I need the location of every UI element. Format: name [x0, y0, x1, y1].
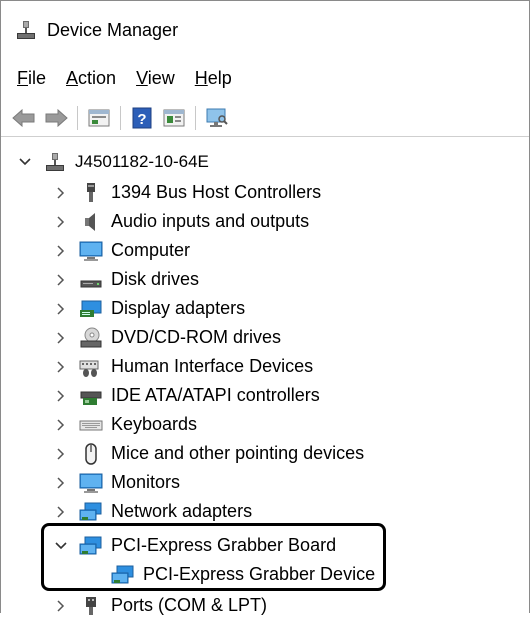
tree-item-computer[interactable]: Computer	[53, 236, 190, 265]
tree-item-pci-grabber-board[interactable]: PCI-Express Grabber Board	[53, 531, 336, 560]
tree-item-label: Ports (COM & LPT)	[111, 595, 268, 615]
show-hidden-button[interactable]	[161, 105, 187, 131]
tree-item-label: Monitors	[111, 472, 181, 492]
menu-file[interactable]: File	[17, 68, 46, 89]
tree-item-label: PCI-Express Grabber Device	[143, 564, 376, 584]
tree-root[interactable]: J4501182-10-64E	[17, 147, 209, 176]
tree-item-ports[interactable]: Ports (COM & LPT)	[53, 591, 267, 620]
properties-button[interactable]	[86, 105, 112, 131]
tree-item-label: Keyboards	[111, 414, 198, 434]
tree-item-display-adapters[interactable]: Display adapters	[53, 294, 245, 323]
svg-text:?: ?	[137, 111, 146, 128]
chevron-right-icon[interactable]	[53, 504, 69, 520]
monitor-scan-icon	[206, 108, 228, 127]
device-manager-icon	[17, 21, 35, 39]
hid-keyboard-mouse-icon	[79, 356, 103, 378]
tree-item-label: DVD/CD-ROM drives	[111, 327, 282, 347]
back-button[interactable]	[11, 105, 37, 131]
chevron-right-icon[interactable]	[53, 417, 69, 433]
tree-item-network-adapters[interactable]: Network adapters	[53, 497, 252, 526]
ide-controller-icon	[79, 385, 103, 407]
chevron-right-icon[interactable]	[53, 301, 69, 317]
optical-drive-icon	[79, 327, 103, 349]
tree-item-label: Mice and other pointing devices	[111, 443, 365, 463]
device-manager-window: Device Manager File Action View Help ? J…	[0, 0, 530, 615]
toolbar-separator	[120, 105, 121, 130]
tree-item-keyboards[interactable]: Keyboards	[53, 410, 197, 439]
menu-view[interactable]: View	[136, 68, 175, 89]
properties-icon	[88, 109, 110, 126]
keyboard-icon	[79, 414, 103, 436]
forward-arrow-icon	[45, 108, 68, 127]
menu-help[interactable]: Help	[195, 68, 232, 89]
tree-item-label: Disk drives	[111, 269, 200, 289]
chevron-right-icon[interactable]	[53, 446, 69, 462]
chevron-right-icon[interactable]	[53, 272, 69, 288]
tree-item-pci-grabber-device[interactable]: PCI-Express Grabber Device	[111, 560, 375, 589]
disk-drive-icon	[79, 269, 103, 291]
toolbar-separator	[77, 105, 78, 130]
chevron-down-icon[interactable]	[53, 538, 69, 554]
chevron-right-icon[interactable]	[53, 475, 69, 491]
display-adapter-icon	[79, 298, 103, 320]
computer-network-icon	[43, 151, 67, 173]
device-tree: J4501182-10-64E 1394 Bus Host Controller…	[1, 147, 529, 617]
menu-action[interactable]: Action	[66, 68, 116, 89]
tree-item-label: PCI-Express Grabber Board	[111, 535, 337, 555]
tree-item-label: 1394 Bus Host Controllers	[111, 182, 322, 202]
chevron-down-icon[interactable]	[17, 154, 33, 170]
tree-item-label: Human Interface Devices	[111, 356, 314, 376]
network-adapter-icon	[111, 564, 135, 586]
tree-item-audio[interactable]: Audio inputs and outputs	[53, 207, 309, 236]
tree-item-label: Computer	[111, 240, 191, 260]
chevron-right-icon[interactable]	[53, 243, 69, 259]
chevron-right-icon[interactable]	[53, 359, 69, 375]
help-button[interactable]: ?	[129, 105, 155, 131]
tree-item-disk-drives[interactable]: Disk drives	[53, 265, 199, 294]
window-title: Device Manager	[47, 19, 179, 40]
mouse-icon	[79, 442, 103, 465]
tree-item-ide-ata[interactable]: IDE ATA/ATAPI controllers	[53, 381, 320, 410]
chevron-right-icon[interactable]	[53, 330, 69, 346]
help-icon: ?	[132, 107, 152, 128]
network-adapter-icon	[79, 535, 103, 557]
speaker-icon	[79, 211, 103, 233]
menu-bar: File Action View Help	[1, 61, 529, 95]
forward-button[interactable]	[43, 105, 69, 131]
tree-item-label: Display adapters	[111, 298, 246, 318]
tree-root-label: J4501182-10-64E	[75, 151, 209, 171]
toolbar: ?	[1, 99, 529, 137]
toolbar-separator	[195, 105, 196, 130]
tree-item-label: Network adapters	[111, 501, 253, 521]
network-adapter-icon	[79, 501, 103, 523]
monitor-icon	[79, 240, 103, 262]
chevron-right-icon[interactable]	[53, 388, 69, 404]
chevron-right-icon[interactable]	[53, 598, 69, 614]
title-bar: Device Manager	[1, 1, 529, 59]
tree-item-mice[interactable]: Mice and other pointing devices	[53, 439, 364, 468]
back-arrow-icon	[12, 108, 35, 127]
tree-item-dvd-cd-rom[interactable]: DVD/CD-ROM drives	[53, 323, 281, 352]
window-list-icon	[163, 109, 185, 126]
firewire-plug-icon	[79, 182, 103, 204]
tree-item-label: IDE ATA/ATAPI controllers	[111, 385, 320, 405]
scan-hardware-button[interactable]	[204, 105, 230, 131]
tree-item-label: Audio inputs and outputs	[111, 211, 310, 231]
tree-item-1394[interactable]: 1394 Bus Host Controllers	[53, 178, 321, 207]
tree-item-hid[interactable]: Human Interface Devices	[53, 352, 313, 381]
chevron-right-icon[interactable]	[53, 185, 69, 201]
tree-item-monitors[interactable]: Monitors	[53, 468, 180, 497]
chevron-right-icon[interactable]	[53, 214, 69, 230]
monitor-icon	[79, 472, 103, 494]
port-connector-icon	[79, 595, 103, 617]
